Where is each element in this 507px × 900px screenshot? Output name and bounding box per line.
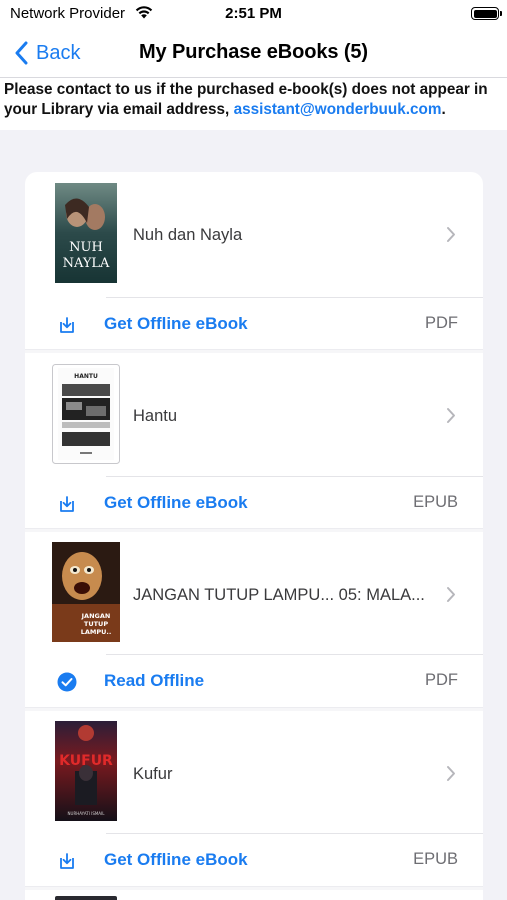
offline-action-row[interactable]: Get Offline eBook PDF (25, 298, 483, 352)
contact-notice: Please contact to us if the purchased e-… (0, 78, 507, 130)
format-label: PDF (425, 671, 458, 689)
clock: 2:51 PM (225, 5, 282, 22)
svg-text:NURHAYATI ISMAIL: NURHAYATI ISMAIL (68, 811, 106, 816)
offline-action-row[interactable]: Get Offline eBook EPUB (25, 834, 483, 888)
book-title: JANGAN TUTUP LAMPU... 05: MALA... (133, 586, 425, 604)
format-label: PDF (425, 314, 458, 332)
navigation-bar: Back My Purchase eBooks (5) (0, 28, 507, 78)
download-icon (60, 317, 74, 333)
get-offline-ebook-button[interactable]: Get Offline eBook (104, 314, 248, 334)
download-icon (60, 853, 74, 869)
battery-tip (500, 11, 502, 16)
offline-action-row[interactable]: Read Offline PDF (25, 655, 483, 709)
book-row[interactable]: NUH NAYLA Nuh dan Nayla (25, 172, 483, 297)
offline-action-row[interactable]: Get Offline eBook EPUB (25, 477, 483, 531)
notice-end: . (441, 101, 446, 118)
book-cover: HANTU (52, 364, 120, 464)
download-icon (60, 496, 74, 512)
support-email-link[interactable]: assistant@wonderbuuk.com (234, 101, 442, 118)
chevron-right-icon (447, 227, 455, 242)
format-label: EPUB (413, 850, 458, 868)
battery-icon (471, 7, 499, 20)
svg-text:HANTU: HANTU (74, 373, 98, 380)
purchased-books-list: NUH NAYLA Nuh dan Nayla Get Offline eBoo… (25, 172, 483, 900)
book-cover: JANGAN TUTUP LAMPU.. (52, 542, 120, 642)
book-title: Hantu (133, 407, 178, 425)
svg-text:TUTUP: TUTUP (84, 620, 108, 628)
book-cover: NUH NAYLA (55, 183, 117, 283)
checkmark-circle-icon (57, 672, 77, 692)
section-divider (25, 886, 483, 890)
status-bar: Network Provider 2:51 PM (0, 0, 507, 28)
svg-text:NUH: NUH (69, 240, 103, 255)
format-label: EPUB (413, 493, 458, 511)
chevron-right-icon (447, 587, 455, 602)
book-row[interactable]: HANTU Hantu (25, 353, 483, 478)
book-row[interactable]: JANGAN TUTUP LAMPU.. JANGAN TUTUP LAMPU.… (25, 532, 483, 657)
svg-text:NAYLA: NAYLA (63, 256, 110, 271)
book-cover-partial (55, 896, 117, 900)
page-title: My Purchase eBooks (5) (139, 41, 368, 63)
chevron-right-icon (447, 766, 455, 781)
svg-text:LAMPU..: LAMPU.. (81, 628, 112, 636)
read-offline-button[interactable]: Read Offline (104, 671, 204, 691)
get-offline-ebook-button[interactable]: Get Offline eBook (104, 850, 248, 870)
chevron-right-icon (447, 408, 455, 423)
svg-text:JANGAN: JANGAN (81, 612, 111, 620)
book-title: Nuh dan Nayla (133, 226, 243, 244)
book-cover: KUFUR NURHAYATI ISMAIL (55, 721, 117, 821)
book-row[interactable]: KUFUR NURHAYATI ISMAIL Kufur (25, 711, 483, 836)
get-offline-ebook-button[interactable]: Get Offline eBook (104, 493, 248, 513)
book-title: Kufur (133, 765, 173, 783)
